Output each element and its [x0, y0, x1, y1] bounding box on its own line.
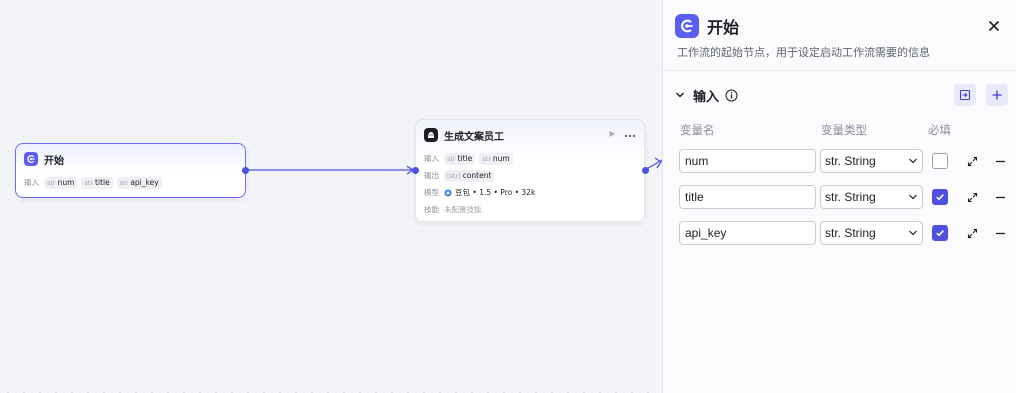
variable-row: api_key str. String [663, 215, 1016, 251]
chevron-down-icon [908, 192, 918, 202]
variable-type-value: str. String [825, 190, 876, 204]
input-tag: str api_key [116, 176, 162, 189]
variable-name-input[interactable]: title [679, 185, 816, 209]
variable-name-input[interactable]: num [679, 149, 816, 173]
workflow-canvas[interactable]: 开始 输入 str num str title str api_key 生成文案员工 [0, 0, 662, 393]
skill-label: 技能 [424, 205, 439, 214]
chevron-down-icon [908, 228, 918, 238]
section-title: 输入 [693, 89, 720, 105]
output-label: 输出 [424, 171, 439, 180]
check-icon [935, 192, 945, 202]
variable-table-header: 变量名 变量类型 必填 [663, 119, 1016, 141]
expand-icon[interactable] [958, 156, 986, 167]
run-icon[interactable] [608, 130, 616, 141]
node-config-panel: 开始 工作流的起始节点，用于设定启动工作流需要的信息 输入 变量名 变量类型 必… [662, 0, 1016, 393]
variable-type-select[interactable]: str. String [820, 221, 923, 245]
llm-node-outputs: 输出 [str] content [416, 167, 644, 184]
column-name: 变量名 [680, 123, 715, 137]
input-label: 输入 [24, 178, 39, 187]
chevron-down-icon[interactable] [675, 90, 685, 100]
variable-type-select[interactable]: str. String [820, 149, 923, 173]
llm-node-title: 生成文案员工 [444, 131, 504, 143]
chevron-down-icon [908, 156, 918, 166]
required-checkbox[interactable] [932, 225, 948, 241]
input-tag: str num [479, 152, 513, 165]
variable-name-input[interactable]: api_key [679, 221, 816, 245]
model-label: 模型 [424, 188, 439, 197]
input-tag: str num [44, 176, 78, 189]
required-checkbox[interactable] [932, 153, 948, 169]
panel-title: 开始 [707, 18, 740, 37]
llm-node[interactable]: 生成文案员工 输入 str title str num 输出 [str] conten… [412, 119, 649, 222]
input-label: 输入 [424, 154, 439, 163]
variable-list: num str. String title str. String api_ke… [663, 143, 1016, 251]
minus-icon[interactable] [986, 192, 1014, 203]
add-variable-button[interactable] [986, 84, 1008, 106]
more-icon[interactable] [624, 130, 636, 141]
check-icon [935, 228, 945, 238]
start-node-inputs: 输入 str num str title str api_key [16, 174, 245, 191]
info-icon[interactable] [725, 89, 738, 102]
input-tag: str title [444, 152, 476, 165]
start-node-title: 开始 [44, 155, 64, 167]
llm-icon [424, 128, 438, 142]
variable-row: num str. String [663, 143, 1016, 179]
minus-icon[interactable] [986, 228, 1014, 239]
variable-type-value: str. String [825, 154, 876, 168]
panel-description: 工作流的起始节点，用于设定启动工作流需要的信息 [677, 46, 930, 59]
required-checkbox[interactable] [932, 189, 948, 205]
model-icon [444, 189, 452, 197]
start-node[interactable]: 开始 输入 str num str title str api_key [15, 143, 249, 198]
column-type: 变量类型 [821, 123, 867, 137]
column-required: 必填 [928, 123, 951, 137]
workflow-start-icon [24, 152, 38, 166]
variable-row: title str. String [663, 179, 1016, 215]
expand-icon[interactable] [958, 228, 986, 239]
plus-icon [991, 89, 1003, 101]
output-tag: [str] content [444, 169, 495, 182]
input-handle[interactable] [412, 167, 419, 174]
llm-node-inputs: 输入 str title str num [416, 150, 644, 167]
output-handle[interactable] [642, 167, 649, 174]
model-value: 豆包 • 1.5 • Pro • 32k [455, 188, 536, 197]
close-icon[interactable] [984, 16, 1004, 36]
variable-type-select[interactable]: str. String [820, 185, 923, 209]
skill-value: 未配置技能 [444, 205, 482, 214]
llm-node-model: 模型 豆包 • 1.5 • Pro • 32k [416, 184, 644, 201]
import-icon [959, 89, 971, 101]
llm-node-skills: 技能 未配置技能 [416, 201, 644, 218]
variable-type-value: str. String [825, 226, 876, 240]
expand-icon[interactable] [958, 192, 986, 203]
workflow-start-icon [675, 14, 699, 38]
output-handle[interactable] [242, 167, 249, 174]
input-section-header: 输入 [663, 71, 1016, 119]
minus-icon[interactable] [986, 156, 1014, 167]
input-tag: str title [81, 176, 113, 189]
import-button[interactable] [954, 84, 976, 106]
